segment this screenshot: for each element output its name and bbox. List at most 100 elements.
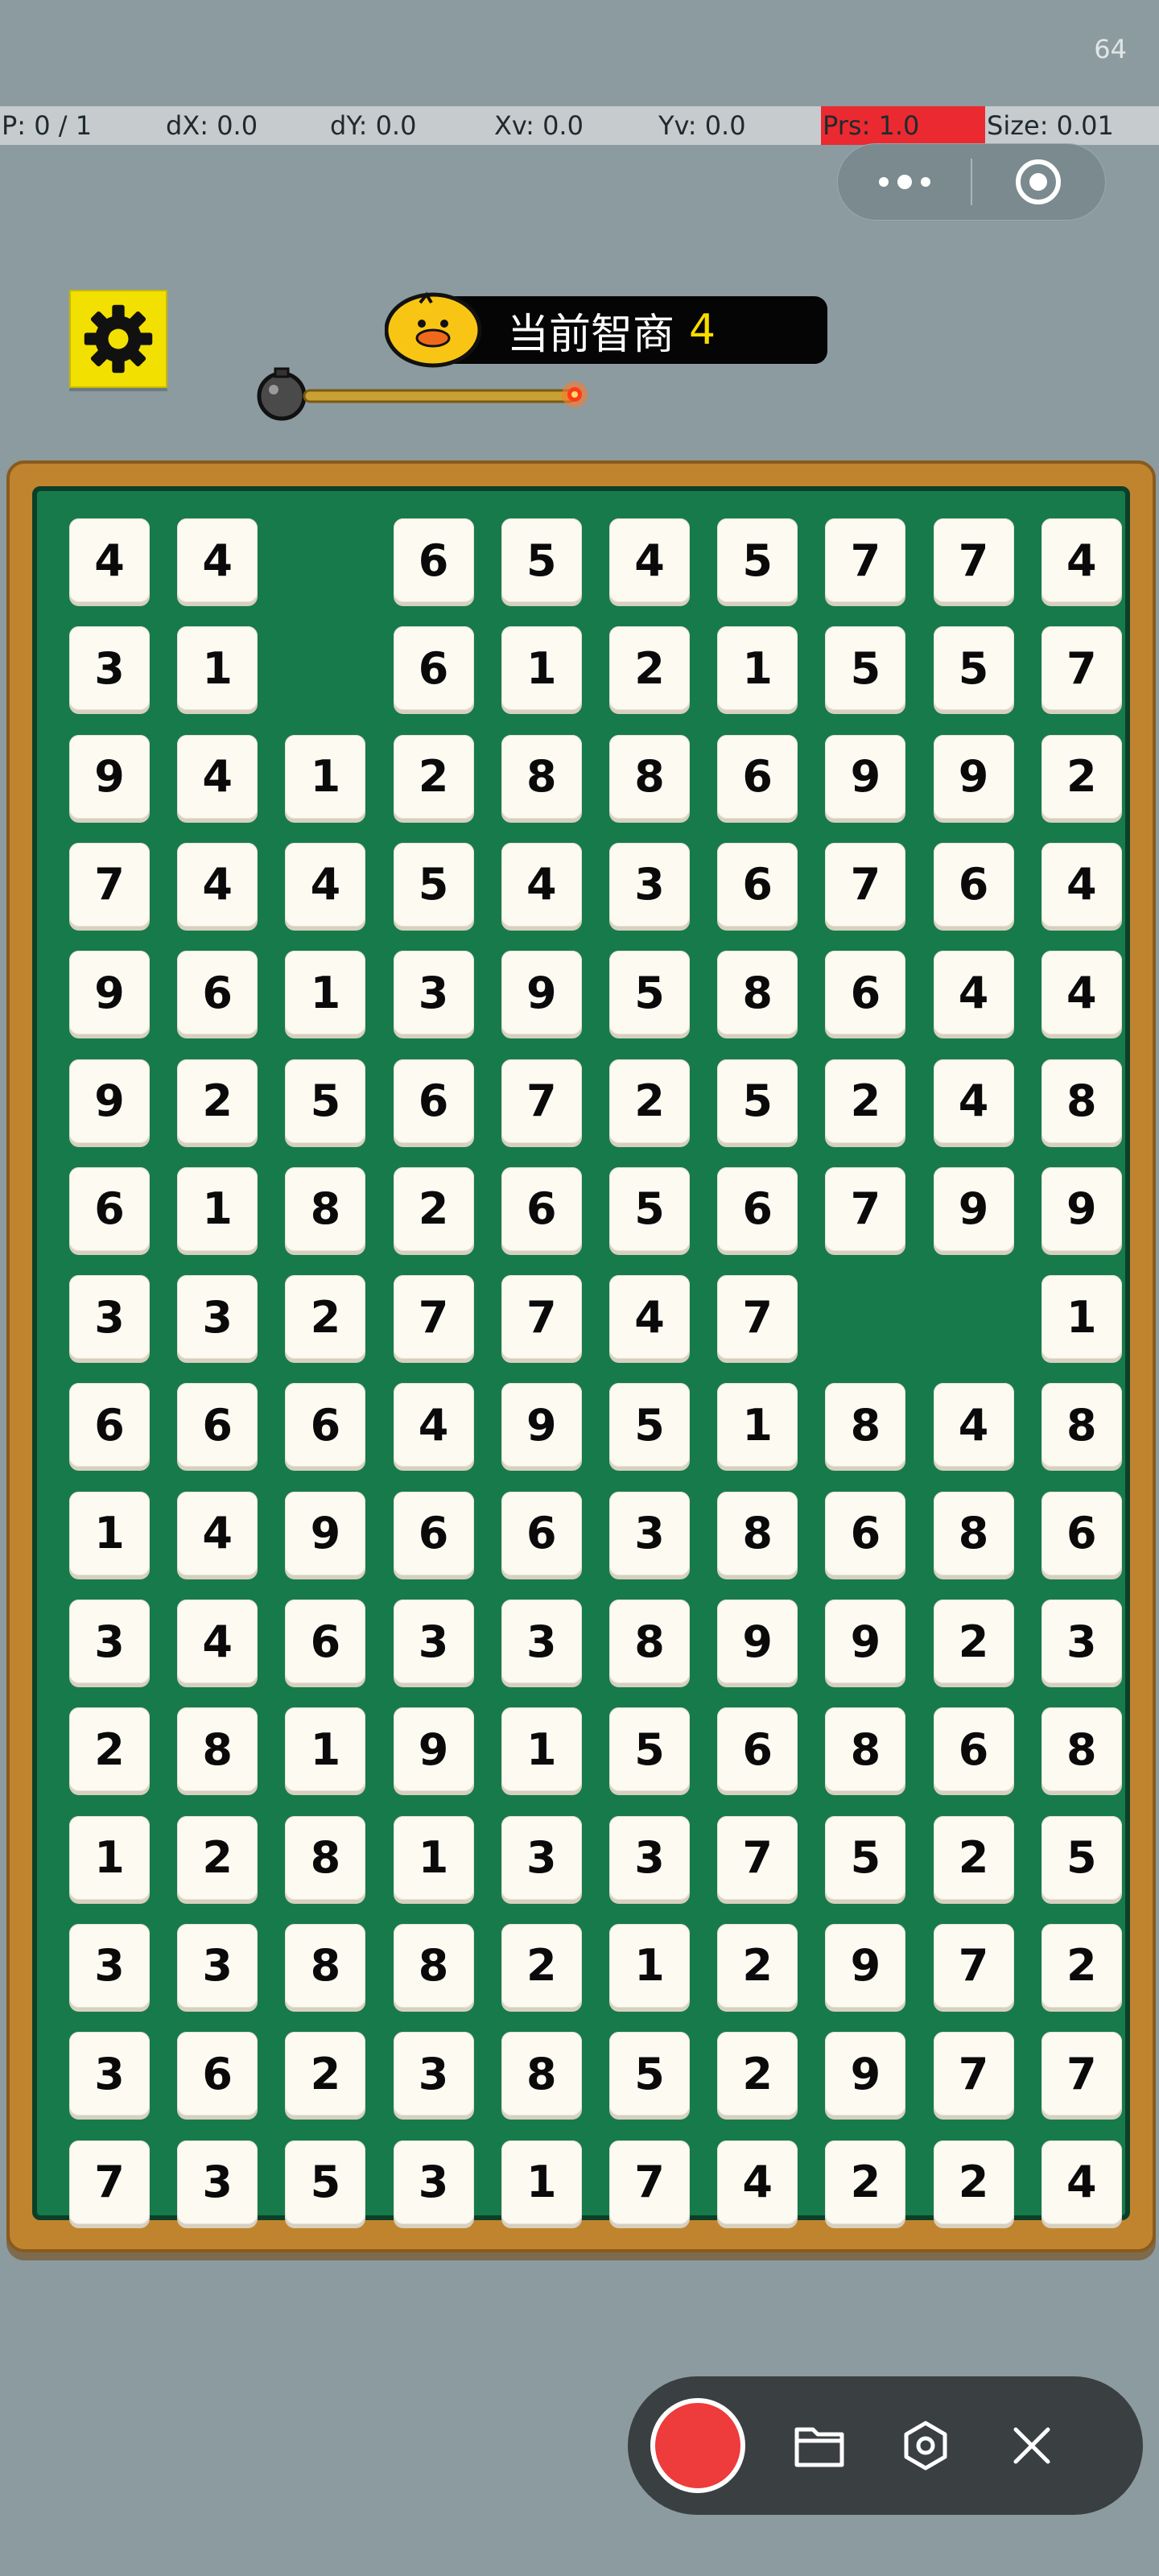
number-tile[interactable]: 8 bbox=[1041, 1383, 1122, 1468]
number-tile[interactable]: 4 bbox=[177, 1491, 258, 1575]
settings-button[interactable] bbox=[69, 290, 167, 388]
number-tile[interactable]: 7 bbox=[1041, 626, 1122, 711]
number-tile[interactable]: 1 bbox=[717, 626, 798, 711]
number-tile[interactable]: 1 bbox=[177, 1166, 258, 1251]
number-tile[interactable]: 6 bbox=[717, 734, 798, 819]
number-tile[interactable]: 1 bbox=[717, 1383, 798, 1468]
number-tile[interactable]: 2 bbox=[933, 2140, 1014, 2224]
number-tile[interactable]: 2 bbox=[717, 2032, 798, 2116]
number-tile[interactable]: 4 bbox=[393, 1383, 474, 1468]
number-tile[interactable]: 1 bbox=[285, 1707, 366, 1792]
number-tile[interactable]: 7 bbox=[609, 2140, 690, 2224]
number-tile[interactable]: 4 bbox=[177, 1600, 258, 1683]
number-tile[interactable]: 5 bbox=[933, 626, 1014, 711]
number-tile[interactable]: 5 bbox=[717, 518, 798, 602]
number-tile[interactable]: 6 bbox=[717, 842, 798, 927]
number-tile[interactable]: 5 bbox=[393, 842, 474, 927]
number-tile[interactable]: 3 bbox=[609, 1491, 690, 1575]
number-tile[interactable]: 3 bbox=[501, 1815, 582, 1900]
number-tile[interactable]: 6 bbox=[933, 1707, 1014, 1792]
number-tile[interactable]: 9 bbox=[1041, 1166, 1122, 1251]
number-tile[interactable]: 8 bbox=[177, 1707, 258, 1792]
number-tile[interactable]: 3 bbox=[69, 1923, 150, 2008]
number-tile[interactable]: 6 bbox=[177, 951, 258, 1035]
number-tile[interactable]: 7 bbox=[825, 518, 906, 602]
number-tile[interactable]: 7 bbox=[933, 2032, 1014, 2116]
number-tile[interactable]: 9 bbox=[825, 1600, 906, 1683]
number-tile[interactable]: 9 bbox=[825, 734, 906, 819]
number-tile[interactable]: 1 bbox=[501, 1707, 582, 1792]
number-tile[interactable]: 4 bbox=[1041, 2140, 1122, 2224]
number-tile[interactable]: 2 bbox=[1041, 734, 1122, 819]
number-tile[interactable]: 8 bbox=[285, 1923, 366, 2008]
number-tile[interactable]: 9 bbox=[825, 1923, 906, 2008]
number-tile[interactable]: 8 bbox=[501, 2032, 582, 2116]
number-tile[interactable]: 7 bbox=[933, 518, 1014, 602]
number-tile[interactable]: 6 bbox=[393, 1491, 474, 1575]
number-tile[interactable]: 1 bbox=[177, 626, 258, 711]
number-tile[interactable]: 4 bbox=[177, 518, 258, 602]
more-button[interactable] bbox=[838, 143, 971, 221]
number-tile[interactable]: 9 bbox=[69, 734, 150, 819]
number-tile[interactable]: 3 bbox=[393, 2140, 474, 2224]
number-tile[interactable]: 6 bbox=[177, 2032, 258, 2116]
number-tile[interactable]: 7 bbox=[501, 1059, 582, 1143]
number-tile[interactable]: 9 bbox=[501, 1383, 582, 1468]
number-tile[interactable]: 3 bbox=[69, 2032, 150, 2116]
number-tile[interactable]: 3 bbox=[609, 842, 690, 927]
number-tile[interactable]: 3 bbox=[501, 1600, 582, 1683]
number-tile[interactable]: 8 bbox=[825, 1383, 906, 1468]
number-tile[interactable]: 8 bbox=[717, 1491, 798, 1575]
number-tile[interactable]: 4 bbox=[285, 842, 366, 927]
number-tile[interactable]: 4 bbox=[933, 951, 1014, 1035]
number-tile[interactable]: 5 bbox=[1041, 1815, 1122, 1900]
number-tile[interactable]: 3 bbox=[609, 1815, 690, 1900]
record-button[interactable] bbox=[650, 2398, 745, 2493]
number-tile[interactable]: 1 bbox=[69, 1491, 150, 1575]
number-tile[interactable]: 3 bbox=[69, 1600, 150, 1683]
number-tile[interactable]: 5 bbox=[825, 626, 906, 711]
number-tile[interactable]: 7 bbox=[825, 1166, 906, 1251]
number-tile[interactable]: 2 bbox=[285, 2032, 366, 2116]
number-tile[interactable]: 6 bbox=[501, 1491, 582, 1575]
number-tile[interactable]: 2 bbox=[393, 1166, 474, 1251]
number-tile[interactable]: 6 bbox=[501, 1166, 582, 1251]
number-tile[interactable]: 8 bbox=[825, 1707, 906, 1792]
number-tile[interactable]: 2 bbox=[825, 2140, 906, 2224]
number-tile[interactable]: 5 bbox=[609, 1166, 690, 1251]
number-tile[interactable]: 8 bbox=[933, 1491, 1014, 1575]
number-tile[interactable]: 9 bbox=[69, 1059, 150, 1143]
number-tile[interactable]: 2 bbox=[717, 1923, 798, 2008]
number-tile[interactable]: 6 bbox=[69, 1166, 150, 1251]
number-tile[interactable]: 4 bbox=[609, 1275, 690, 1360]
number-tile[interactable]: 7 bbox=[825, 842, 906, 927]
number-tile[interactable]: 8 bbox=[717, 951, 798, 1035]
number-tile[interactable]: 2 bbox=[285, 1275, 366, 1360]
number-tile[interactable]: 2 bbox=[1041, 1923, 1122, 2008]
number-tile[interactable]: 2 bbox=[177, 1059, 258, 1143]
number-tile[interactable]: 6 bbox=[825, 951, 906, 1035]
number-tile[interactable]: 1 bbox=[609, 1923, 690, 2008]
number-tile[interactable]: 6 bbox=[393, 518, 474, 602]
number-tile[interactable]: 3 bbox=[69, 1275, 150, 1360]
number-tile[interactable]: 4 bbox=[933, 1059, 1014, 1143]
number-tile[interactable]: 4 bbox=[609, 518, 690, 602]
number-tile[interactable]: 8 bbox=[609, 1600, 690, 1683]
exit-button[interactable] bbox=[972, 143, 1105, 221]
number-tile[interactable]: 8 bbox=[501, 734, 582, 819]
number-tile[interactable]: 5 bbox=[609, 1707, 690, 1792]
number-tile[interactable]: 5 bbox=[717, 1059, 798, 1143]
number-tile[interactable]: 1 bbox=[69, 1815, 150, 1900]
number-tile[interactable]: 6 bbox=[825, 1491, 906, 1575]
number-tile[interactable]: 7 bbox=[69, 842, 150, 927]
number-tile[interactable]: 4 bbox=[177, 842, 258, 927]
number-tile[interactable]: 7 bbox=[501, 1275, 582, 1360]
number-tile[interactable]: 4 bbox=[501, 842, 582, 927]
number-tile[interactable]: 1 bbox=[393, 1815, 474, 1900]
number-tile[interactable]: 2 bbox=[825, 1059, 906, 1143]
number-tile[interactable]: 9 bbox=[933, 734, 1014, 819]
number-tile[interactable]: 3 bbox=[393, 1600, 474, 1683]
number-tile[interactable]: 6 bbox=[69, 1383, 150, 1468]
number-tile[interactable]: 8 bbox=[609, 734, 690, 819]
number-tile[interactable]: 3 bbox=[177, 1275, 258, 1360]
